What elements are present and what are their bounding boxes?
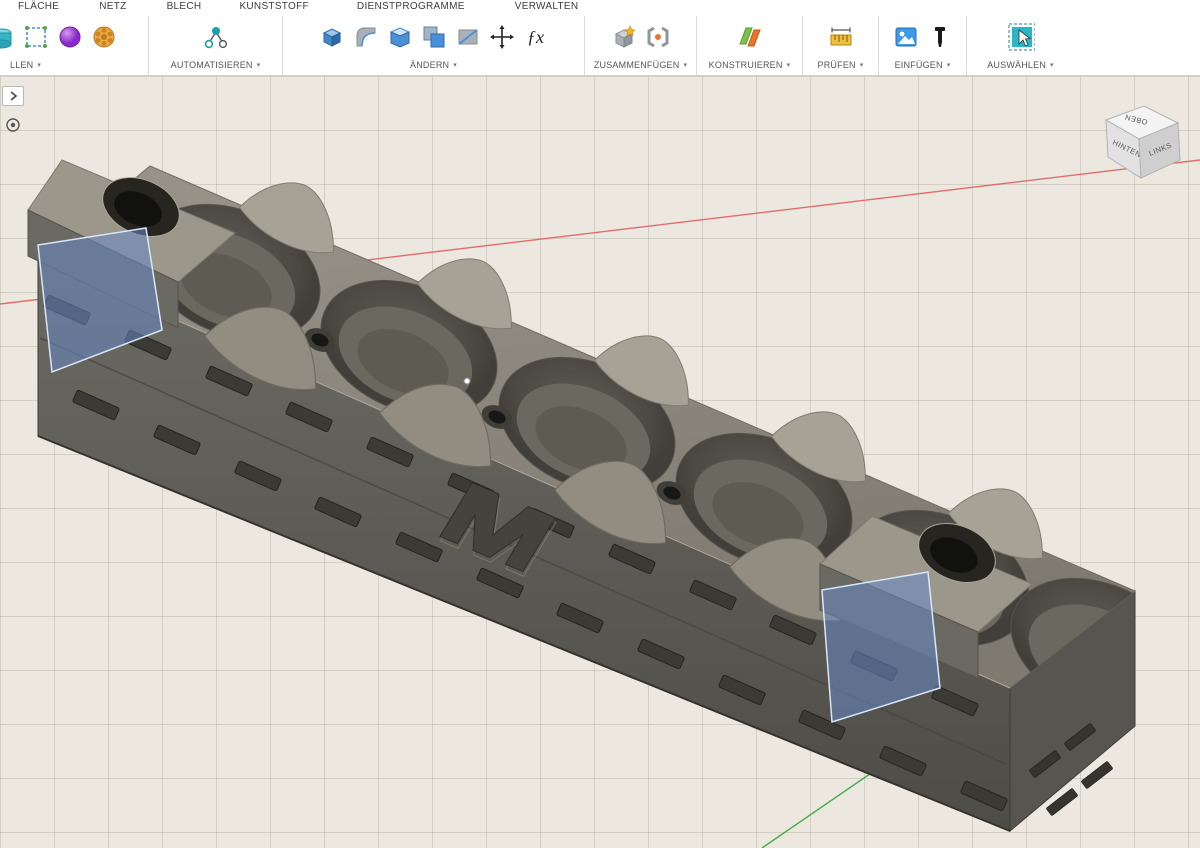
cylinder-primitive-icon[interactable] [0,23,16,51]
tab-kunststoff[interactable]: KUNSTSTOFF [239,0,308,12]
toolbar-group-einfuegen: EINFÜGEN▾ [878,16,966,75]
parameters-icon[interactable]: ƒx [522,23,550,51]
combine-icon[interactable] [420,23,448,51]
chevron-down-icon: ▾ [37,61,41,69]
construction-plane-icon[interactable] [736,23,764,51]
chevron-down-icon: ▾ [947,61,951,69]
toolbar-group-aendern: ƒx ÄNDERN▾ [282,16,584,75]
origin-point [464,378,470,384]
tab-dienstprogramme[interactable]: DIENSTPROGRAMME [357,0,465,12]
sphere-primitive-icon[interactable] [56,23,84,51]
group-label-pruefen[interactable]: PRÜFEN▾ [803,58,878,72]
toolbar-group-auswaehlen: AUSWÄHLEN▾ [966,16,1074,75]
view-origin-button[interactable] [4,116,22,134]
tab-blech[interactable]: BLECH [167,0,202,12]
split-body-icon[interactable] [454,23,482,51]
toolbar-group-pruefen: PRÜFEN▾ [802,16,878,75]
group-label-erstellen[interactable]: LLEN▾ [0,58,148,72]
tab-verwalten[interactable]: VERWALTEN [515,0,579,12]
measure-icon[interactable] [827,23,855,51]
model-body[interactable] [28,160,1200,831]
viewport-canvas[interactable]: OBEN HINTEN LINKS [0,76,1200,848]
insert-fastener-icon[interactable] [926,23,954,51]
group-label-auswaehlen[interactable]: AUSWÄHLEN▾ [967,58,1074,72]
new-component-icon[interactable] [610,23,638,51]
toolbar-tab-bar: FLÄCHE NETZ BLECH KUNSTSTOFF DIENSTPROGR… [0,0,1200,16]
fusion-app-window: FLÄCHE NETZ BLECH KUNSTSTOFF DIENSTPROGR… [0,0,1200,848]
group-label-einfuegen[interactable]: EINFÜGEN▾ [879,58,966,72]
toolbar-group-konstruieren: KONSTRUIEREN▾ [696,16,802,75]
viewcube[interactable]: OBEN HINTEN LINKS [1084,94,1194,194]
toolbar-group-erstellen: LLEN▾ [0,16,148,75]
chevron-down-icon: ▾ [257,61,261,69]
move-icon[interactable] [488,23,516,51]
tab-flaeche[interactable]: FLÄCHE [18,0,59,12]
coil-primitive-icon[interactable] [90,23,118,51]
chevron-down-icon: ▾ [453,61,457,69]
joint-icon[interactable] [644,23,672,51]
press-pull-icon[interactable] [318,23,346,51]
main-toolbar: LLEN▾ AUTOMATISIEREN▾ [0,16,1200,76]
chevron-down-icon: ▾ [683,61,687,69]
shell-icon[interactable] [386,23,414,51]
select-icon[interactable] [1007,23,1035,51]
toolbar-group-automatisieren: AUTOMATISIEREN▾ [148,16,282,75]
group-label-automatisieren[interactable]: AUTOMATISIEREN▾ [149,58,282,72]
toolbar-group-zusammenfuegen: ZUSAMMENFÜGEN▾ [584,16,696,75]
browser-expand-button[interactable] [2,86,24,106]
group-label-zusammenfuegen[interactable]: ZUSAMMENFÜGEN▾ [585,58,696,72]
group-label-aendern[interactable]: ÄNDERN▾ [283,58,584,72]
chevron-down-icon: ▾ [1050,61,1054,69]
create-sketch-icon[interactable] [22,23,50,51]
automate-icon[interactable] [202,23,230,51]
chevron-down-icon: ▾ [787,61,791,69]
tab-netz[interactable]: NETZ [99,0,126,12]
chevron-down-icon: ▾ [860,61,864,69]
group-label-konstruieren[interactable]: KONSTRUIEREN▾ [697,58,802,72]
model-3d[interactable] [0,76,1200,848]
insert-canvas-image-icon[interactable] [892,23,920,51]
fillet-icon[interactable] [352,23,380,51]
